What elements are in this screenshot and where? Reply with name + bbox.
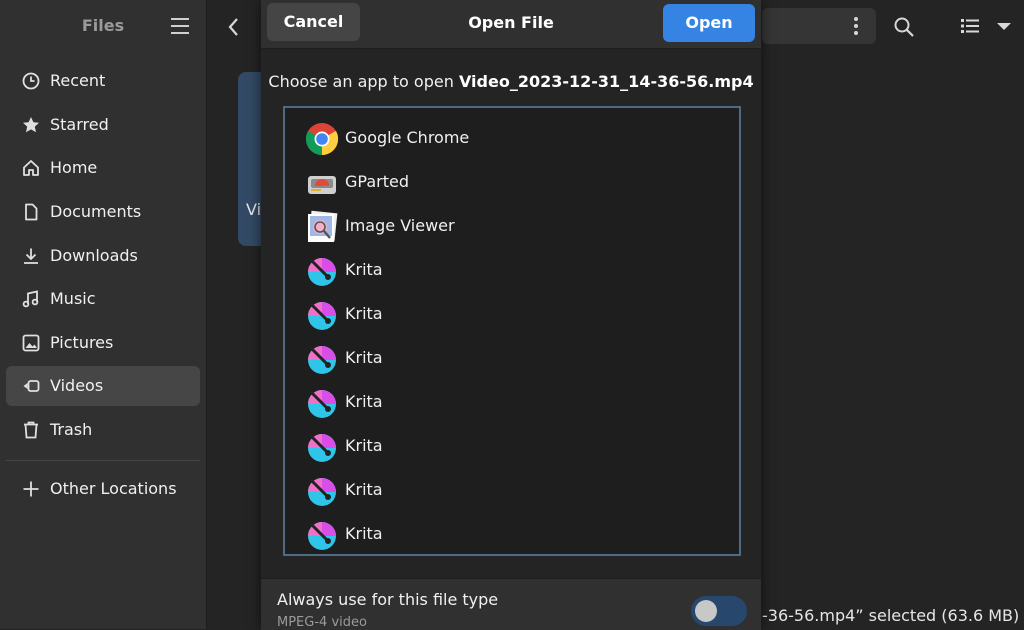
sidebar-item-label: Downloads xyxy=(50,246,138,265)
clock-icon xyxy=(22,72,40,90)
app-list-item[interactable]: Krita xyxy=(285,380,739,424)
sidebar-item-other-locations[interactable]: Other Locations xyxy=(6,469,200,509)
cancel-button[interactable]: Cancel xyxy=(267,3,360,41)
sidebar-item-label: Starred xyxy=(50,115,109,134)
krita-icon xyxy=(308,522,336,550)
krita-icon xyxy=(308,258,336,286)
sidebar-item-recent[interactable]: Recent xyxy=(6,61,200,101)
sidebar-item-label: Music xyxy=(50,289,96,308)
app-list-item[interactable]: GParted xyxy=(285,160,739,204)
image-viewer-icon xyxy=(308,210,338,242)
selection-status: -36-56.mp4” selected (63.6 MB) xyxy=(762,606,1020,625)
app-list-item[interactable]: Krita xyxy=(285,248,739,292)
dialog-footer: Always use for this file type MPEG-4 vid… xyxy=(261,578,761,630)
sidebar-item-home[interactable]: Home xyxy=(6,148,200,188)
picture-icon xyxy=(22,334,40,352)
search-icon[interactable] xyxy=(893,16,915,38)
dialog-header: Open File Cancel Open xyxy=(261,0,761,49)
app-list-item[interactable]: Krita xyxy=(285,336,739,380)
sidebar-item-label: Videos xyxy=(50,376,104,395)
download-icon xyxy=(24,248,38,264)
sidebar: Files Recent Starred Home Documents Down… xyxy=(0,0,207,629)
sidebar-item-label: Other Locations xyxy=(50,479,177,498)
sidebar-item-downloads[interactable]: Downloads xyxy=(6,236,200,276)
sidebar-item-label: Pictures xyxy=(50,333,114,352)
home-icon xyxy=(23,160,39,176)
app-name: Krita xyxy=(345,348,383,367)
app-list-item[interactable]: Krita xyxy=(285,512,739,554)
krita-icon xyxy=(308,302,336,330)
krita-icon xyxy=(308,346,336,374)
sidebar-item-documents[interactable]: Documents xyxy=(6,192,200,232)
back-icon[interactable] xyxy=(222,14,246,40)
trash-icon xyxy=(24,421,38,439)
main-menu-button[interactable] xyxy=(171,18,189,34)
file-name: Video_2023-12-31_14-36-56.mp4 xyxy=(458,72,754,91)
open-button[interactable]: Open xyxy=(663,4,755,42)
app-list-item[interactable]: Krita xyxy=(285,292,739,336)
sidebar-item-label: Trash xyxy=(50,420,93,439)
sidebar-header: Files xyxy=(0,0,206,54)
star-icon xyxy=(23,117,39,133)
choose-app-prompt: Choose an app to open Video_2023-12-31_1… xyxy=(261,72,761,91)
sidebar-item-videos[interactable]: Videos xyxy=(6,366,200,406)
open-file-dialog: Open File Cancel Open Choose an app to o… xyxy=(261,0,761,630)
gparted-icon xyxy=(308,176,336,194)
sidebar-separator xyxy=(6,460,200,461)
krita-icon xyxy=(308,478,336,506)
app-name: Krita xyxy=(345,480,383,499)
app-name: GParted xyxy=(345,172,409,191)
app-list-item[interactable]: Krita xyxy=(285,424,739,468)
app-list-item[interactable]: Google Chrome xyxy=(285,116,739,160)
more-options-icon[interactable] xyxy=(852,17,860,39)
sidebar-item-starred[interactable]: Starred xyxy=(6,105,200,145)
app-name: Image Viewer xyxy=(345,216,455,235)
app-name: Krita xyxy=(345,304,383,323)
always-use-toggle[interactable] xyxy=(691,596,747,626)
app-name: Google Chrome xyxy=(345,128,470,147)
sidebar-item-pictures[interactable]: Pictures xyxy=(6,323,200,363)
choose-prefix: Choose an app to open xyxy=(268,72,459,91)
list-view-icon[interactable] xyxy=(960,17,980,35)
plus-icon xyxy=(23,481,39,497)
video-icon xyxy=(23,380,40,392)
app-name: Krita xyxy=(345,436,383,455)
sidebar-item-label: Documents xyxy=(50,202,142,221)
sidebar-item-music[interactable]: Music xyxy=(6,279,200,319)
file-tile-label: Vi xyxy=(246,200,262,219)
always-use-label: Always use for this file type xyxy=(277,590,499,609)
sidebar-item-label: Home xyxy=(50,158,98,177)
app-name: Krita xyxy=(345,260,383,279)
music-icon xyxy=(22,290,39,308)
app-name: Krita xyxy=(345,524,383,543)
document-icon xyxy=(25,203,38,221)
chrome-icon xyxy=(305,123,339,156)
app-list[interactable]: Google Chrome GParted Image Viewer Krita… xyxy=(283,106,741,556)
app-list-item[interactable]: Krita xyxy=(285,468,739,512)
app-name: Krita xyxy=(345,392,383,411)
toggle-knob xyxy=(695,600,717,622)
sidebar-item-label: Recent xyxy=(50,71,106,90)
krita-icon xyxy=(308,434,336,462)
chevron-down-icon[interactable] xyxy=(994,17,1014,35)
krita-icon xyxy=(308,390,336,418)
app-list-item[interactable]: Image Viewer xyxy=(285,204,739,248)
mime-type-label: MPEG-4 video xyxy=(277,615,367,630)
sidebar-item-trash[interactable]: Trash xyxy=(6,410,200,450)
